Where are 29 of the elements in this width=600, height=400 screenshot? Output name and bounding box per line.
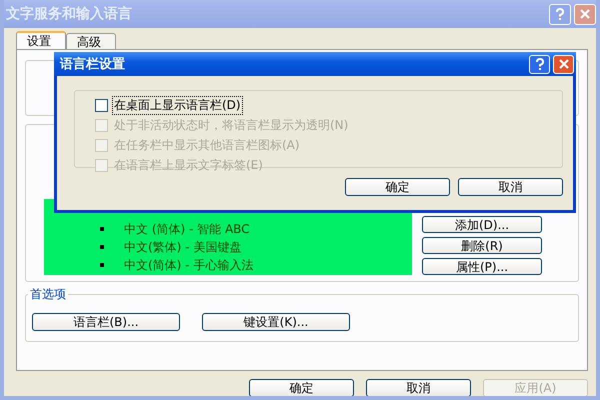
preference-button[interactable]: 语言栏(B)... [32,313,180,331]
dialog-button[interactable]: 确定 [345,178,450,196]
bullet-icon [100,245,104,249]
close-button[interactable] [553,54,574,74]
close-icon [558,58,570,70]
service-item[interactable]: 中文 (简体) - 智能 ABC [122,220,252,238]
dialog-button[interactable]: 确定 [249,379,354,396]
bullet-icon [100,227,104,231]
dialog-button[interactable]: 取消 [458,178,563,196]
help-button[interactable] [529,54,550,74]
close-icon [579,8,591,20]
checkbox[interactable] [95,98,108,112]
tab[interactable]: 高级 [66,33,116,49]
service-item[interactable]: 中文(简体) - 手心输入法 [122,256,256,274]
checkbox-label[interactable]: 在桌面上显示语言栏(D) [112,96,243,114]
preference-button[interactable]: 键设置(K)... [202,313,350,331]
group-title: 首选项 [28,286,68,303]
bullet-icon [100,263,104,267]
service-button[interactable]: 属性(P)... [422,258,542,275]
service-button[interactable]: 添加(D)... [422,216,542,233]
service-item[interactable]: 中文(繁体) - 美国键盘 [122,238,244,256]
close-button[interactable] [574,4,596,24]
tab[interactable]: 设置 [16,31,66,49]
help-icon [553,7,567,21]
service-button[interactable]: 删除(R) [422,237,542,254]
help-button[interactable] [549,4,571,24]
dialog-title: 语言栏设置 [60,56,125,73]
dialog-button[interactable]: 取消 [366,379,471,396]
window-title: 文字服务和输入语言 [6,5,132,23]
